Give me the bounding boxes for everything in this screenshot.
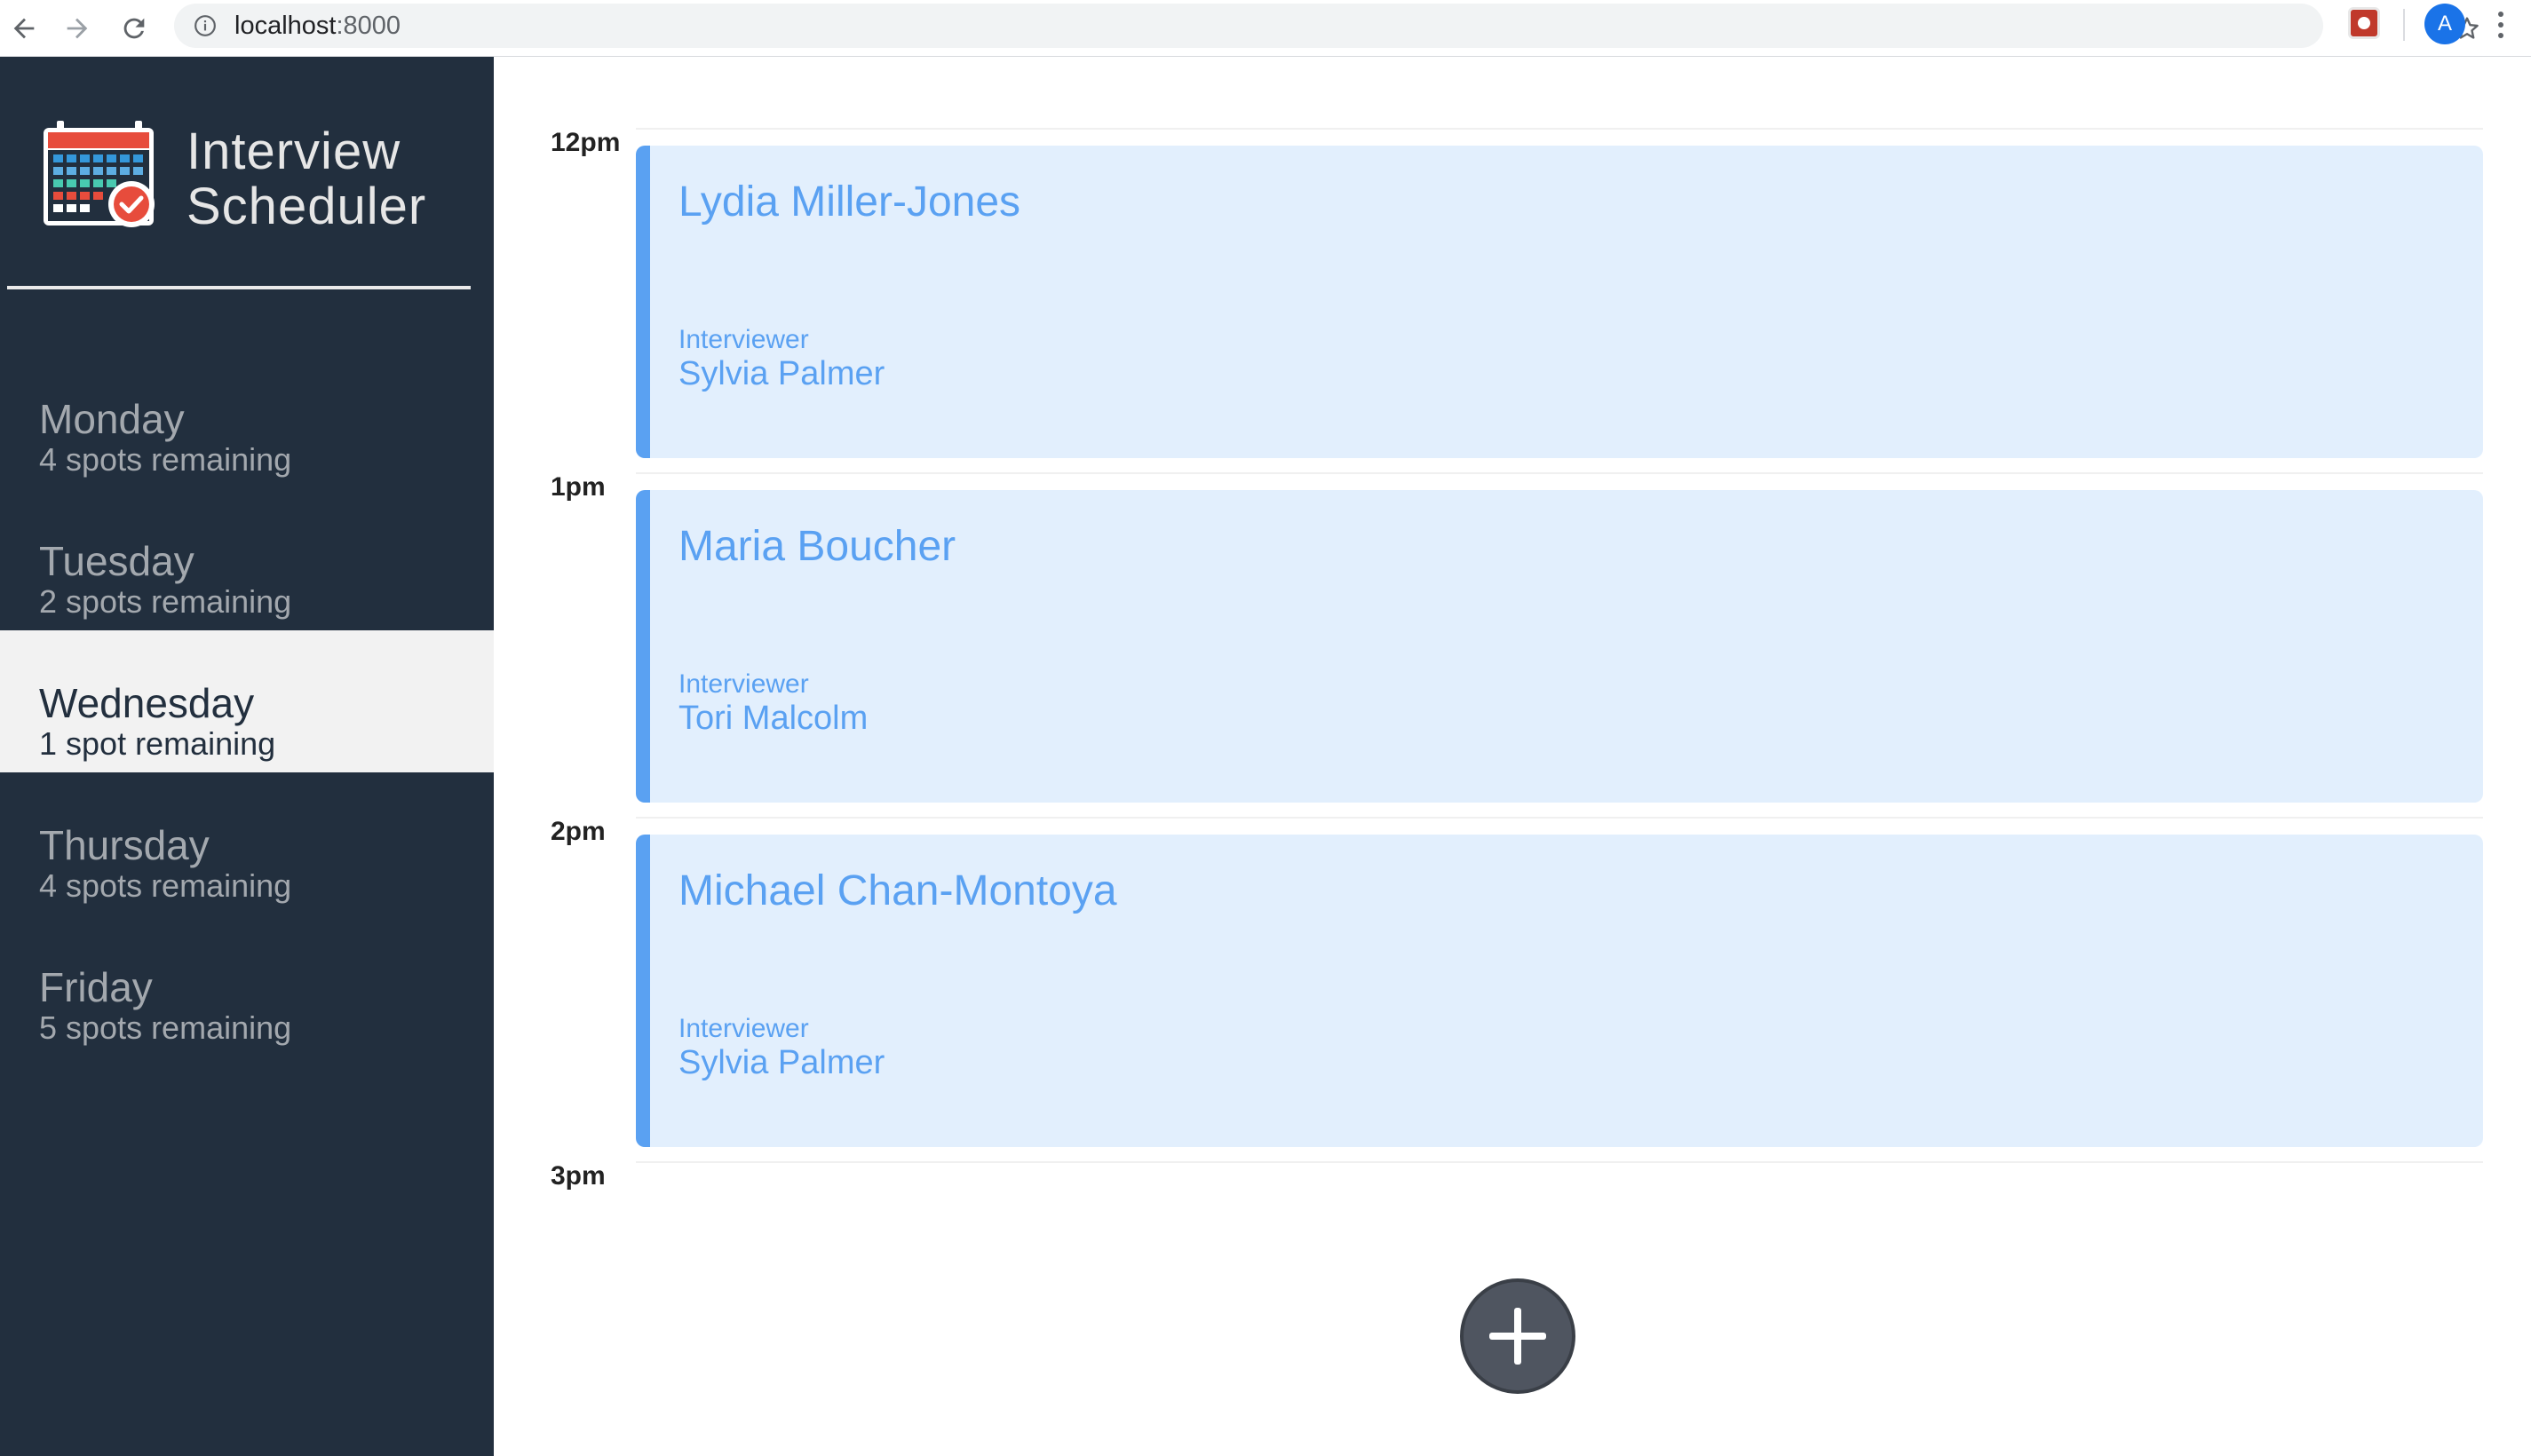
student-name: Maria Boucher [678, 523, 956, 570]
sidebar: Interview Scheduler Monday 4 spots remai… [0, 57, 494, 1456]
time-label: 3pm [551, 1161, 606, 1191]
time-separator [636, 128, 2483, 130]
add-appointment-button[interactable] [1460, 1278, 1575, 1394]
info-icon[interactable] [194, 14, 217, 37]
appointment-card[interactable]: Michael Chan-Montoya Interviewer Sylvia … [636, 835, 2483, 1147]
day-name: Monday [39, 396, 185, 442]
day-spots: 2 spots remaining [39, 583, 292, 620]
interviewer-label: Interviewer [678, 669, 809, 699]
back-button[interactable] [2, 6, 46, 51]
time-separator [636, 817, 2483, 819]
time-label: 12pm [551, 128, 621, 157]
day-name: Thursday [39, 822, 210, 868]
day-item-tuesday[interactable]: Tuesday 2 spots remaining [0, 488, 494, 630]
time-label: 2pm [551, 817, 606, 846]
day-name: Wednesday [39, 680, 255, 726]
student-name: Lydia Miller-Jones [678, 178, 1021, 226]
interviewer-name: Tori Malcolm [678, 700, 869, 737]
time-slot-header: 3pm [494, 1161, 2483, 1197]
extension-icon[interactable] [2348, 7, 2380, 39]
time-separator [636, 472, 2483, 474]
forward-button[interactable] [55, 6, 99, 51]
day-spots: 5 spots remaining [39, 1009, 292, 1046]
profile-avatar[interactable]: A [2424, 4, 2465, 44]
app-title-line2: Scheduler [186, 178, 427, 235]
day-spots: 1 spot remaining [39, 725, 276, 762]
address-bar[interactable]: localhost:8000 [174, 4, 2479, 48]
interviewer-name: Sylvia Palmer [678, 355, 885, 392]
day-item-friday[interactable]: Friday 5 spots remaining [0, 914, 494, 1056]
url-text: localhost:8000 [234, 4, 401, 48]
calendar-check-icon [44, 121, 155, 227]
day-name: Tuesday [39, 538, 194, 584]
day-item-wednesday[interactable]: Wednesday 1 spot remaining [0, 630, 494, 772]
url-host: localhost [234, 12, 337, 40]
plus-icon [1489, 1308, 1546, 1365]
reload-button[interactable] [112, 6, 156, 51]
app-title: Interview Scheduler [186, 124, 426, 234]
day-name: Friday [39, 964, 153, 1010]
day-item-monday[interactable]: Monday 4 spots remaining [0, 346, 494, 488]
time-separator [636, 1161, 2483, 1163]
app-title-line1: Interview [186, 123, 401, 180]
url-port: :8000 [336, 12, 401, 40]
interviewer-name: Sylvia Palmer [678, 1044, 885, 1081]
student-name: Michael Chan-Montoya [678, 867, 1117, 914]
browser-toolbar: localhost:8000 A [0, 0, 2531, 57]
day-spots: 4 spots remaining [39, 867, 292, 904]
day-list: Monday 4 spots remaining Tuesday 2 spots… [0, 346, 494, 1056]
brand: Interview Scheduler [41, 121, 449, 236]
interviewer-label: Interviewer [678, 325, 809, 354]
appointment-card[interactable]: Lydia Miller-Jones Interviewer Sylvia Pa… [636, 146, 2483, 458]
day-item-thursday[interactable]: Thursday 4 spots remaining [0, 772, 494, 914]
reload-icon [123, 18, 145, 39]
schedule: 12pm Lydia Miller-Jones Interviewer Sylv… [494, 57, 2531, 1456]
forward-arrow-icon [67, 18, 88, 39]
sidebar-divider [7, 286, 471, 289]
day-spots: 4 spots remaining [39, 441, 292, 478]
interviewer-label: Interviewer [678, 1014, 809, 1043]
time-label: 1pm [551, 472, 606, 502]
kebab-menu-icon[interactable] [2483, 5, 2519, 44]
appointment-card[interactable]: Maria Boucher Interviewer Tori Malcolm [636, 490, 2483, 803]
toolbar-divider [2403, 9, 2405, 41]
back-arrow-icon [13, 18, 35, 39]
